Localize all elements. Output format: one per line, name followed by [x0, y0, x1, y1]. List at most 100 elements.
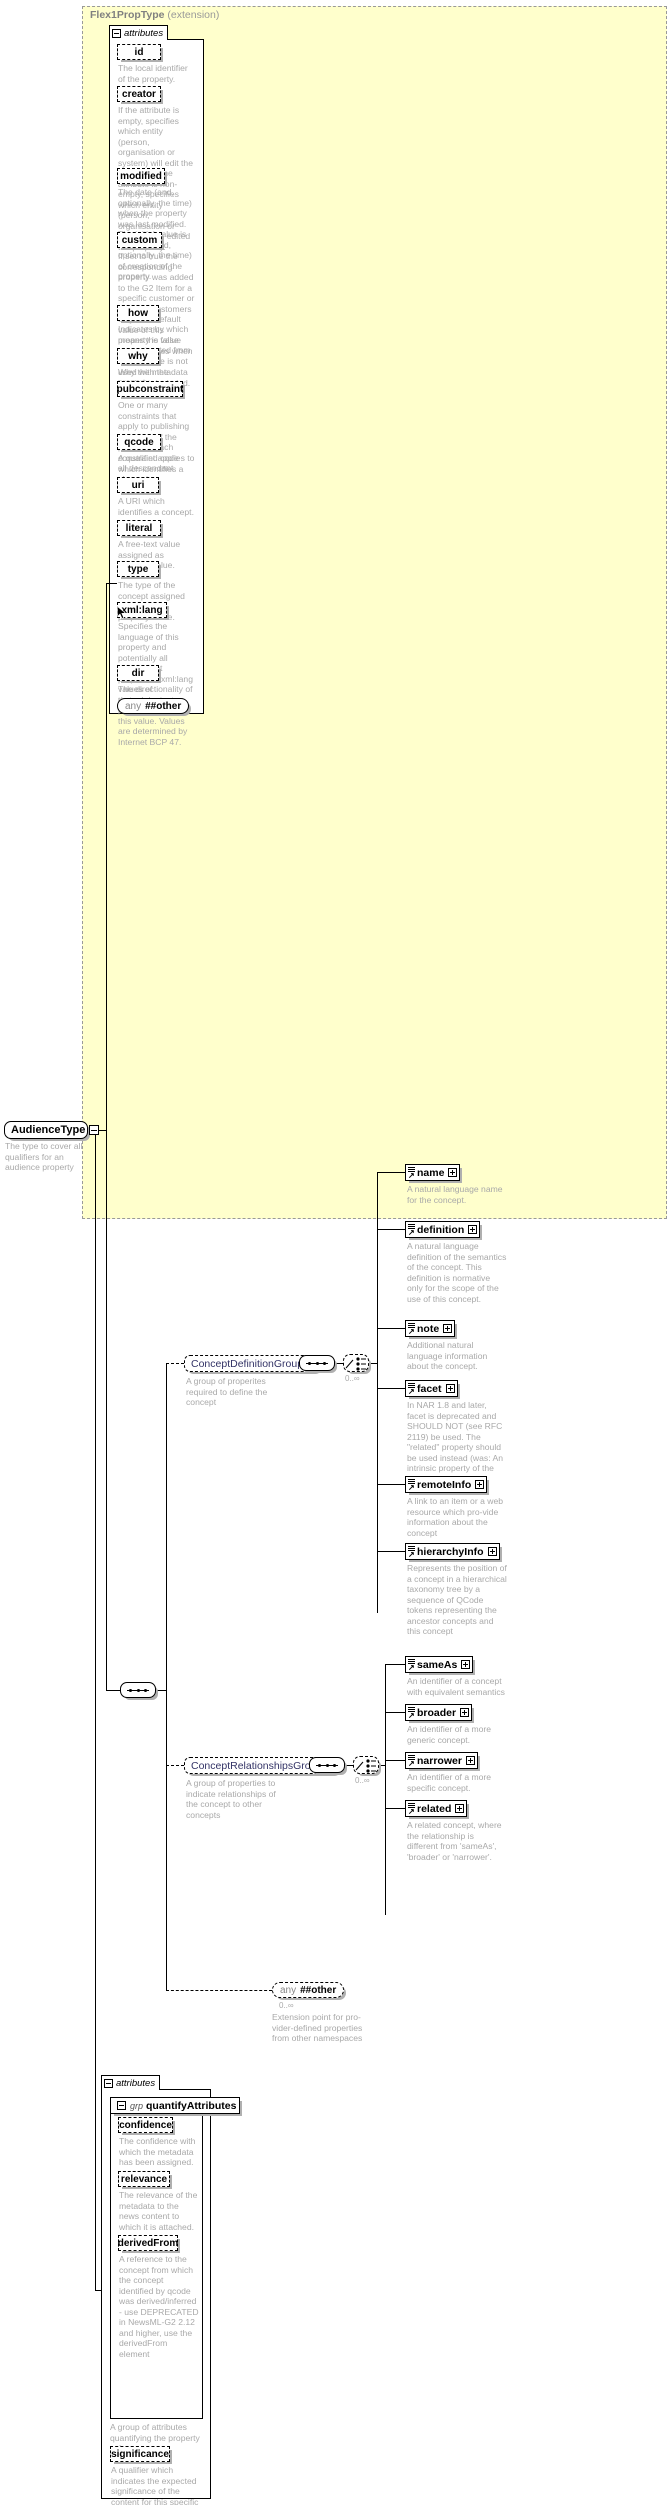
attribute-node-relevance[interactable]: relevance	[118, 2171, 170, 2187]
expand-plus-icon[interactable]	[445, 1384, 455, 1393]
quantify-attributes-section-tab[interactable]: attributes	[101, 2075, 161, 2090]
attribute-label: why	[128, 350, 148, 362]
attribute-node-custom[interactable]: custom	[117, 232, 162, 248]
element-desc-definition: A natural language definition of the sem…	[407, 1241, 507, 1304]
attribute-node-why[interactable]: why	[117, 348, 159, 364]
attribute-node-type[interactable]: type	[117, 561, 159, 577]
element-label: sameAs	[417, 1658, 458, 1671]
connector-line	[95, 2290, 101, 2291]
element-node-name[interactable]: ↗ name	[405, 1164, 461, 1181]
extension-frame-title: Flex1PropType (extension)	[90, 9, 219, 21]
element-label: facet	[417, 1382, 442, 1395]
attribute-label: xml:lang	[121, 604, 163, 616]
type-node-audiencetype[interactable]: AudienceType	[4, 1121, 100, 1139]
connector-line	[377, 1229, 405, 1230]
group-description-conceptdefinitiongroup: A group of properites required to define…	[186, 1376, 268, 1407]
attribute-label: confidence	[119, 2119, 172, 2131]
attribute-node-how[interactable]: how	[117, 305, 159, 321]
extension-frame-qualifier: (extension)	[167, 9, 220, 21]
expand-plus-icon[interactable]	[455, 1804, 465, 1813]
attribute-label: dir	[131, 667, 145, 679]
any-keyword-label: any	[280, 1984, 297, 1996]
connector-line	[95, 1130, 96, 2290]
collapse-minus-icon[interactable]	[89, 1125, 100, 1135]
element-label: remoteInfo	[417, 1478, 472, 1491]
element-arrow-icon: ↗	[408, 1483, 415, 1492]
element-desc-name: A natural language name for the concept.	[407, 1184, 503, 1205]
choice-connector-group1[interactable]	[343, 1354, 369, 1372]
connector-line	[369, 1363, 377, 1364]
attribute-label: derivedFrom	[117, 2237, 179, 2249]
attribute-node-significance[interactable]: significance	[110, 2446, 170, 2462]
attribute-node-pubconstraint[interactable]: pubconstraint	[117, 381, 183, 397]
connector-line	[377, 1172, 405, 1173]
extension-frame-type-name: Flex1PropType	[90, 9, 165, 21]
element-desc-facet: In NAR 1.8 and later, facet is deprecate…	[407, 1400, 504, 1484]
connector-line	[106, 583, 107, 1131]
attribute-node-derivedfrom[interactable]: derivedFrom	[118, 2235, 178, 2251]
choice-connector-group2[interactable]	[353, 1756, 379, 1774]
any-wildcard-extension-point[interactable]: any ##other	[272, 1982, 345, 1998]
connector-line	[106, 1690, 120, 1691]
connector-line	[377, 1328, 405, 1329]
sequence-connector-root[interactable]	[120, 1682, 156, 1698]
attribute-label: pubconstraint	[116, 383, 184, 395]
element-desc-broader: An identifier of a more generic concept.	[407, 1724, 492, 1745]
connector-line	[345, 1765, 353, 1766]
element-arrow-icon: ↗	[408, 1171, 415, 1180]
attribute-node-confidence[interactable]: confidence	[118, 2117, 173, 2133]
element-arrow-icon: ↗	[408, 1387, 415, 1396]
attributes-section-tab[interactable]: attributes	[109, 25, 169, 40]
expand-plus-icon[interactable]	[448, 1168, 458, 1177]
connector-line	[385, 1808, 405, 1809]
element-node-sameas[interactable]: ↗ sameAs	[405, 1656, 474, 1673]
attribute-desc-confidence: The confidence with which the metadata h…	[119, 2136, 196, 2167]
collapse-minus-icon[interactable]	[104, 2078, 113, 2088]
expand-plus-icon[interactable]	[468, 1225, 478, 1234]
element-node-narrower[interactable]: ↗ narrower	[405, 1752, 478, 1769]
expand-plus-icon[interactable]	[461, 1660, 471, 1669]
collapse-minus-icon[interactable]	[117, 2101, 126, 2110]
schema-diagram-canvas: Flex1PropType (extension) attributes id …	[0, 0, 671, 2505]
group-name-label: ConceptRelationshipsGroup	[191, 1759, 323, 1772]
element-desc-sameas: An identifier of a concept with equivale…	[407, 1676, 505, 1697]
connector-line	[106, 1130, 107, 1690]
extension-point-description: Extension point for pro-vider-defined pr…	[272, 2012, 363, 2043]
element-node-definition[interactable]: ↗ definition	[405, 1221, 481, 1238]
attribute-label: id	[134, 46, 144, 58]
any-namespace-label: ##other	[145, 700, 182, 712]
attribute-desc-uri: A URI which identifies a concept.	[118, 496, 194, 517]
collapse-minus-icon[interactable]	[112, 28, 121, 38]
expand-plus-icon[interactable]	[487, 1547, 497, 1556]
element-desc-note: Additional natural language information …	[407, 1340, 488, 1371]
expand-plus-icon[interactable]	[475, 1480, 485, 1489]
attribute-node-uri[interactable]: uri	[117, 477, 159, 493]
attribute-node-modified[interactable]: modified	[117, 168, 165, 184]
element-node-hierarchyinfo[interactable]: ↗ hierarchyInfo	[405, 1543, 500, 1560]
element-label: note	[417, 1322, 440, 1335]
attribute-node-id[interactable]: id	[117, 44, 161, 60]
connector-line	[377, 1484, 405, 1485]
any-wildcard-attributes[interactable]: any ##other	[117, 698, 190, 714]
element-node-facet[interactable]: ↗ facet	[405, 1380, 458, 1397]
element-node-broader[interactable]: ↗ broader	[405, 1704, 473, 1721]
element-arrow-icon: ↗	[408, 1807, 415, 1816]
element-node-remoteinfo[interactable]: ↗ remoteInfo	[405, 1476, 488, 1493]
attribute-node-dir[interactable]: dir	[117, 665, 159, 681]
attribute-node-xml-lang[interactable]: xml:lang	[117, 602, 167, 618]
connector-line	[377, 1172, 378, 1613]
element-node-related[interactable]: ↗ related	[405, 1800, 468, 1817]
sequence-connector-group2[interactable]	[309, 1757, 345, 1773]
expand-plus-icon[interactable]	[465, 1756, 475, 1765]
expand-plus-icon[interactable]	[460, 1708, 470, 1717]
cardinality-extension-point: 0..∞	[279, 2001, 294, 2010]
group-node-quantifyattributes[interactable]: grp quantifyAttributes	[110, 2097, 241, 2114]
attribute-node-literal[interactable]: literal	[117, 520, 161, 536]
element-node-note[interactable]: ↗ note	[405, 1320, 456, 1337]
sequence-connector-group1[interactable]	[299, 1355, 335, 1371]
attribute-node-qcode[interactable]: qcode	[117, 434, 161, 450]
any-keyword-label: any	[125, 700, 142, 712]
attribute-node-creator[interactable]: creator	[117, 86, 161, 102]
expand-plus-icon[interactable]	[443, 1324, 453, 1333]
attribute-label: uri	[131, 479, 145, 491]
